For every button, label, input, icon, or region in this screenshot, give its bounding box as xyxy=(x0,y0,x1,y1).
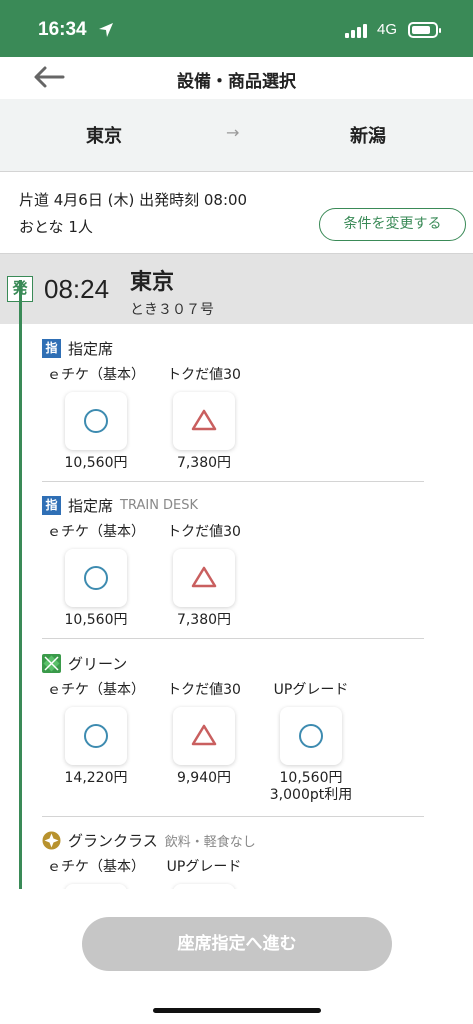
seat-class-title: グランクラス xyxy=(68,831,158,850)
few-left-triangle-icon xyxy=(191,566,217,588)
seat-class-section: 指 指定席 TRAIN DESK ｅチケ（基本） 10,560円 トクだ値30 … xyxy=(42,494,424,628)
fare-option[interactable]: ｅチケ（基本） 14,220円 xyxy=(46,679,146,787)
seat-class-subtitle: TRAIN DESK xyxy=(120,497,199,513)
few-left-triangle-icon xyxy=(191,409,217,431)
route-bar: 東京 → 新潟 xyxy=(0,99,473,172)
change-conditions-button[interactable]: 条件を変更する xyxy=(319,208,466,241)
points-usage: 3,000pt利用 xyxy=(269,787,353,803)
fare-label: UPグレード xyxy=(273,682,349,698)
available-circle-icon xyxy=(299,724,323,748)
nav-header: 設備・商品選択 xyxy=(0,57,473,99)
seat-class-section: グランクラス 飲料・軽食なし ｅチケ（基本） UPグレード xyxy=(42,829,424,889)
fare-select-tile[interactable] xyxy=(65,549,127,607)
fare-select-tile[interactable] xyxy=(173,392,235,450)
seat-class-section: グリーン ｅチケ（基本） 14,220円 トクだ値30 9,940円 UPグレー… xyxy=(42,652,424,812)
home-indicator[interactable] xyxy=(153,1008,321,1013)
section-divider xyxy=(42,481,424,482)
section-divider xyxy=(42,638,424,639)
status-bar: 16:34 4G xyxy=(0,0,473,57)
fare-price: 10,560円 xyxy=(64,612,128,628)
fare-label: トクだ値30 xyxy=(167,524,241,540)
fare-label: ｅチケ（基本） xyxy=(47,524,145,540)
green-car-icon xyxy=(42,653,61,673)
fare-label: ｅチケ（基本） xyxy=(47,682,145,698)
page-title: 設備・商品選択 xyxy=(177,72,296,92)
status-time: 16:34 xyxy=(38,19,87,40)
route-timeline xyxy=(19,280,22,889)
fare-price: 14,220円 xyxy=(64,770,128,786)
available-circle-icon xyxy=(84,409,108,433)
fare-select-tile[interactable] xyxy=(280,707,342,765)
fare-label: トクだ値30 xyxy=(167,682,241,698)
fare-price: 9,940円 xyxy=(176,770,232,786)
fare-option[interactable]: UPグレード xyxy=(154,856,254,889)
seat-class-section: 指 指定席 ｅチケ（基本） 10,560円 トクだ値30 7,380円 xyxy=(42,337,424,471)
route-to-station: 新潟 xyxy=(350,126,386,147)
battery-icon xyxy=(408,22,441,38)
reserved-seat-icon: 指 xyxy=(42,495,61,515)
fare-price: 10,560円 xyxy=(64,455,128,471)
fare-price: 10,560円 xyxy=(279,770,343,786)
fare-select-tile[interactable] xyxy=(173,549,235,607)
few-left-triangle-icon xyxy=(191,724,217,746)
location-arrow-icon xyxy=(99,23,113,37)
footer: 座席指定へ進む xyxy=(0,889,473,1024)
departure-time: 08:24 xyxy=(44,274,110,304)
fare-option[interactable]: トクだ値30 7,380円 xyxy=(154,364,254,472)
gran-class-icon xyxy=(42,831,61,849)
train-name: とき３０７号 xyxy=(130,302,214,318)
route-from-station: 東京 xyxy=(86,126,122,147)
fare-option[interactable]: ｅチケ（基本） 10,560円 xyxy=(46,521,146,629)
fare-label: トクだ値30 xyxy=(167,367,241,383)
fare-option[interactable]: トクだ値30 7,380円 xyxy=(154,521,254,629)
fare-select-tile[interactable] xyxy=(173,707,235,765)
seat-class-title: 指定席 xyxy=(68,496,114,515)
fare-select-tile[interactable] xyxy=(65,392,127,450)
departure-station: 東京 xyxy=(130,270,175,295)
fare-option[interactable]: UPグレード 10,560円 3,000pt利用 xyxy=(261,679,361,804)
fare-select-tile[interactable] xyxy=(65,707,127,765)
fare-label: ｅチケ（基本） xyxy=(47,367,145,383)
fare-option[interactable]: トクだ値30 9,940円 xyxy=(154,679,254,787)
fare-option[interactable]: ｅチケ（基本） xyxy=(46,856,146,889)
fare-price: 7,380円 xyxy=(176,612,232,628)
fare-price: 7,380円 xyxy=(176,455,232,471)
available-circle-icon xyxy=(84,724,108,748)
available-circle-icon xyxy=(84,566,108,590)
passenger-count: おとな 1人 xyxy=(19,218,93,236)
trip-date-time: 片道 4月6日 (木) 出発時刻 08:00 xyxy=(19,191,248,209)
fare-label: UPグレード xyxy=(166,859,242,875)
cellular-signal-icon xyxy=(345,24,369,38)
network-type: 4G xyxy=(377,21,398,38)
fare-label: ｅチケ（基本） xyxy=(47,859,145,875)
section-divider xyxy=(42,816,424,817)
seat-class-title: 指定席 xyxy=(68,339,114,358)
fare-option[interactable]: ｅチケ（基本） 10,560円 xyxy=(46,364,146,472)
train-header: 発 08:24 東京 とき３０７号 xyxy=(0,254,473,324)
proceed-to-seat-selection-button[interactable]: 座席指定へ進む xyxy=(82,917,392,971)
seat-class-title: グリーン xyxy=(68,654,128,673)
trip-conditions: 片道 4月6日 (木) 出発時刻 08:00 おとな 1人 条件を変更する xyxy=(0,173,473,254)
route-arrow-icon: → xyxy=(226,123,240,142)
seat-class-subtitle: 飲料・軽食なし xyxy=(164,834,256,850)
reserved-seat-icon: 指 xyxy=(42,338,61,358)
